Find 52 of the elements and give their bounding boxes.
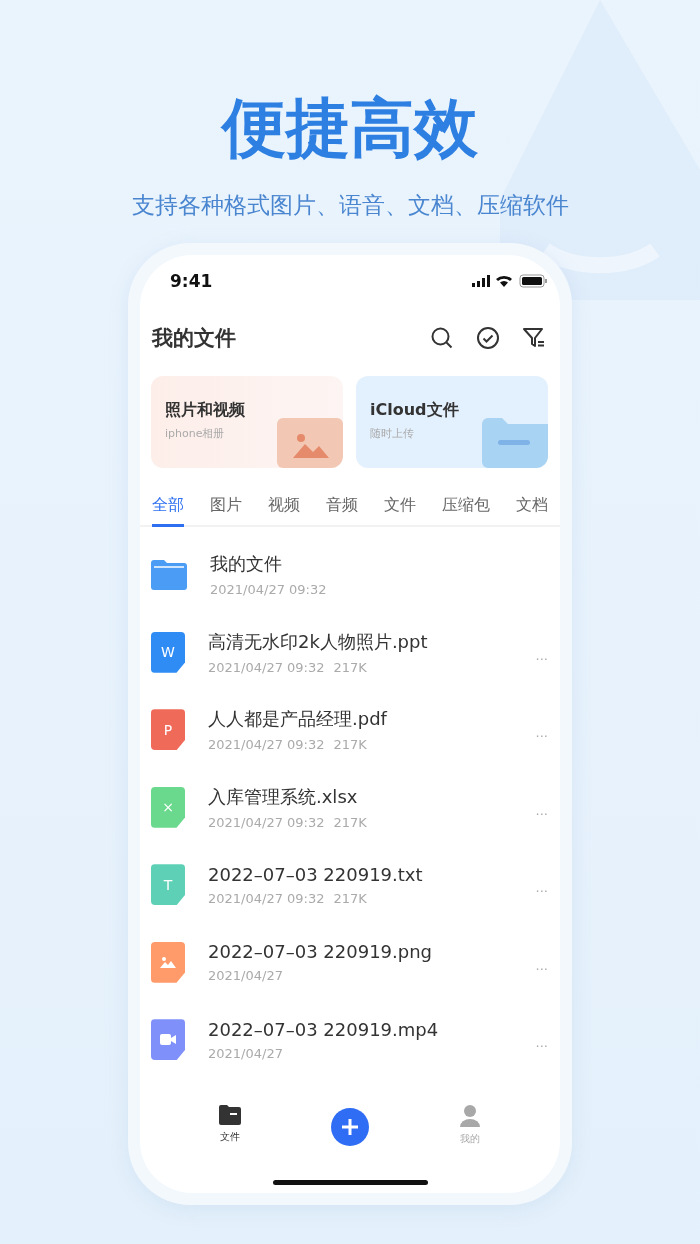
check-circle-icon [476,326,500,350]
select-button[interactable] [476,326,500,350]
file-name: 入库管理系统.xlsx [208,784,359,809]
category-tab[interactable]: 文件 [384,495,416,527]
folder-icon [482,418,548,468]
filter-button[interactable] [522,326,546,350]
category-tab[interactable]: 视频 [268,495,300,527]
file-date: 2021/04/27 [208,968,283,984]
category-tab[interactable]: 压缩包 [442,495,490,527]
card-title: 照片和视频 [165,400,246,421]
file-date: 2021/04/27 [208,1045,283,1061]
filter-icon [522,326,546,350]
person-icon [459,1105,481,1127]
file-date: 2021/04/27 09:32 [208,659,325,675]
category-tab[interactable]: 文档 [516,495,548,527]
card-title: iCloud文件 [370,400,460,421]
search-icon [430,326,454,350]
file-size: 217K [333,659,367,675]
card-subtitle: 随时上传 [370,426,415,441]
file-name: 我的文件 [210,552,283,577]
file-name: 2022–07–03 220919.png [208,941,434,963]
category-tab[interactable]: 图片 [210,495,242,527]
folder-icon [219,1105,241,1125]
file-date: 2021/04/27 09:32 [208,890,325,906]
shortcut-card[interactable]: iCloud文件 随时上传 [356,376,548,468]
subtitle: 支持各种格式图片、语音、文档、压缩软件 [131,191,569,220]
plus-icon [341,1118,359,1136]
file-icon: × [151,786,185,828]
file-date: 2021/04/27 09:32 [210,582,327,598]
photo-icon [277,418,343,468]
file-size: 217K [333,814,367,830]
file-icon: T [151,864,185,906]
file-date: 2021/04/27 09:32 [208,737,325,753]
category-tab[interactable]: 音频 [326,495,358,527]
search-button[interactable] [430,326,454,350]
nav-tab[interactable]: 文件 [170,1105,290,1146]
add-button[interactable] [331,1108,369,1146]
file-name: 高清无水印2k人物照片.ppt [208,629,429,654]
file-name: 人人都是产品经理.pdf [208,707,389,732]
status-time: 9:41 [170,271,213,291]
card-subtitle: iphone相册 [165,426,226,441]
page-title: 我的文件 [152,325,237,352]
file-name: 2022–07–03 220919.mp4 [208,1018,440,1040]
file-icon: W [151,631,185,673]
shortcut-card[interactable]: 照片和视频 iphone相册 [151,376,343,468]
file-size: 217K [333,890,367,906]
file-icon: P [151,709,185,751]
category-tab[interactable]: 全部 [152,495,184,527]
file-date: 2021/04/27 09:32 [208,814,325,830]
file-name: 2022–07–03 220919.txt [208,863,424,885]
headline: 便捷高效 [222,90,478,167]
file-size: 217K [333,737,367,753]
